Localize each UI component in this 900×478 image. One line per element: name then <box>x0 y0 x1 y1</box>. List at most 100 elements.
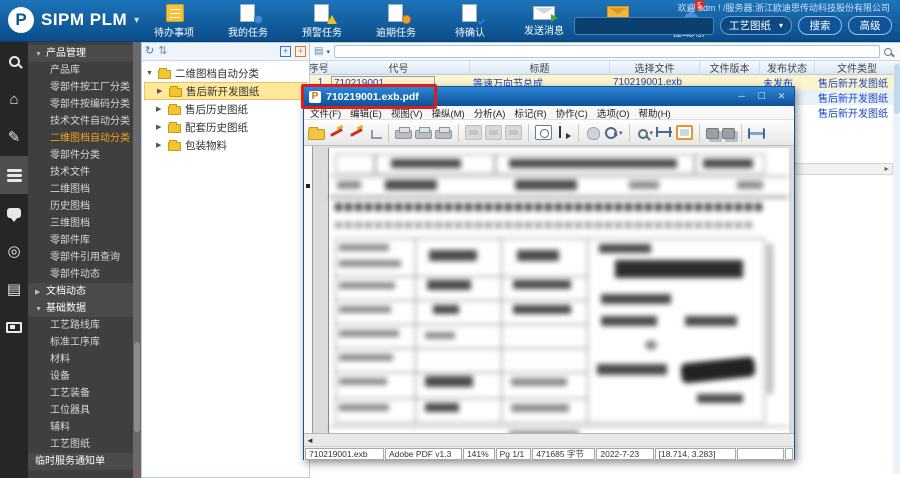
filter-icon[interactable]: ▤ <box>314 46 323 57</box>
sort-icon[interactable]: ⇅ <box>158 46 167 57</box>
sidebar-item[interactable]: 零部件按工厂分类 <box>28 79 133 96</box>
search-rail-icon[interactable] <box>0 42 28 80</box>
rotate-caret-icon[interactable]: ▾ <box>619 129 623 137</box>
search-input[interactable] <box>573 16 714 35</box>
scroll-right-icon[interactable]: ► <box>883 166 890 173</box>
minimize-button[interactable]: ─ <box>734 92 749 101</box>
pan-hand-icon[interactable] <box>587 126 600 140</box>
sidebar-item[interactable]: 标准工序库 <box>28 334 133 351</box>
nav-warning-tasks[interactable]: 预警任务 <box>296 4 348 39</box>
sidebar-item[interactable]: 工艺路线库 <box>28 317 133 334</box>
scrollbar-thumb[interactable] <box>134 342 140 432</box>
preview-icon[interactable] <box>535 125 552 140</box>
chat-icon[interactable] <box>0 194 28 232</box>
menu-analyze[interactable]: 分析(A) <box>474 106 506 120</box>
sidebar-item[interactable]: 设备 <box>28 368 133 385</box>
twist-right-icon[interactable]: ▶ <box>156 123 164 131</box>
nav-send-message[interactable]: 发送消息 <box>518 4 570 39</box>
list-search-icon[interactable] <box>884 47 892 56</box>
pdf-horizontal-scrollbar[interactable]: ◄ <box>304 433 794 446</box>
sidebar-item[interactable]: 零部件引用查询 <box>28 249 133 266</box>
print-icon[interactable] <box>395 127 412 139</box>
app-logo[interactable]: P SIPM PLM ▾ <box>8 7 139 33</box>
tree-root-node[interactable]: ▼ 二维图档自动分类 <box>144 64 307 82</box>
book-icon[interactable]: ▤ <box>0 270 28 308</box>
refresh-icon[interactable]: ↻ <box>145 46 154 57</box>
print-setup-icon[interactable] <box>415 127 432 139</box>
sidebar-item[interactable]: 工位器具 <box>28 402 133 419</box>
monitor-icon[interactable] <box>0 308 28 346</box>
tree-node[interactable]: ▶ 售后历史图纸 <box>144 100 307 118</box>
menu-help[interactable]: 帮助(H) <box>639 106 671 120</box>
sidebar-scrollbar[interactable]: ▼ <box>133 42 141 478</box>
open-icon[interactable] <box>308 126 325 140</box>
compare-icon[interactable] <box>722 127 736 139</box>
sidebar-item[interactable]: 历史图档 <box>28 198 133 215</box>
col-type[interactable]: 文件类型 <box>815 61 900 74</box>
sidebar-item[interactable]: 零部件库 <box>28 232 133 249</box>
col-status[interactable]: 发布状态 <box>760 61 815 74</box>
twist-right-icon[interactable]: ▶ <box>156 141 164 149</box>
fit-width-icon[interactable] <box>656 125 673 140</box>
sidebar-item[interactable]: 零部件按编码分类 <box>28 96 133 113</box>
tree-node[interactable]: ▶ 包装物料 <box>144 136 307 154</box>
structure-icon[interactable] <box>371 129 382 139</box>
support-icon[interactable]: ◎ <box>0 232 28 270</box>
col-title[interactable]: 标题 <box>470 61 610 74</box>
menu-file[interactable]: 文件(F) <box>310 106 341 120</box>
collapse-all-button[interactable]: + <box>295 46 306 57</box>
maximize-button[interactable]: ☐ <box>754 92 769 101</box>
sidebar-item[interactable]: 二维图档 <box>28 181 133 198</box>
search-button[interactable]: 搜索 <box>798 16 842 35</box>
sidebar-item-base-data[interactable]: ▼ 基础数据 <box>28 300 133 317</box>
edit-icon[interactable]: ✎ <box>0 118 28 156</box>
search-category-select[interactable]: 工艺图纸 ▾ <box>719 16 792 35</box>
menu-edit[interactable]: 编辑(E) <box>350 106 382 120</box>
nav-my-tasks[interactable]: 我的任务 <box>222 4 274 39</box>
sidebar-item[interactable]: 辅料 <box>28 419 133 436</box>
menu-markup[interactable]: 标记(R) <box>514 106 546 120</box>
sidebar-item[interactable]: 产品库 <box>28 62 133 79</box>
tree-node-selected[interactable]: ▶ 售后新开发图纸 <box>144 82 307 100</box>
sign-icon[interactable] <box>328 125 345 140</box>
document-page[interactable] <box>328 148 789 437</box>
menu-options[interactable]: 选项(O) <box>597 106 630 120</box>
scroll-down-arrow-icon[interactable]: ▼ <box>133 470 141 477</box>
col-file[interactable]: 选择文件 <box>610 61 700 74</box>
page-frame-icon[interactable] <box>676 125 694 140</box>
sidebar-item-active[interactable]: 二维图档自动分类 <box>28 130 133 147</box>
expand-all-button[interactable]: + <box>280 46 291 57</box>
sidebar-item-product-mgmt[interactable]: ▼ 产品管理 <box>28 45 133 62</box>
text-select-icon[interactable] <box>555 125 572 140</box>
verify-sign-icon[interactable] <box>348 125 365 140</box>
close-button[interactable]: ✕ <box>774 92 789 101</box>
zoom-rect-icon[interactable] <box>637 128 648 139</box>
tree-node[interactable]: ▶ 配套历史图纸 <box>144 118 307 136</box>
nav-to-confirm[interactable]: 待确认 <box>444 4 496 39</box>
popup-title-bar[interactable]: P 710219001.exb.pdf ─ ☐ ✕ <box>301 84 794 109</box>
sidebar-item-partial[interactable]: 临时服务通知单 <box>28 453 133 470</box>
measure-icon[interactable] <box>748 128 766 139</box>
menu-view[interactable]: 视图(V) <box>391 106 423 120</box>
nav-todo[interactable]: 待办事项 <box>148 4 200 39</box>
col-version[interactable]: 文件版本 <box>700 61 760 74</box>
sidebar-item[interactable]: 零部件动态 <box>28 266 133 283</box>
zoom-caret-icon[interactable]: ▾ <box>650 129 654 137</box>
list-filter-input[interactable] <box>333 45 880 58</box>
col-seq[interactable]: 序号 <box>310 61 328 74</box>
menu-manip[interactable]: 操纵(M) <box>431 106 464 120</box>
sidebar-item[interactable]: 材料 <box>28 351 133 368</box>
logo-caret-icon[interactable]: ▾ <box>134 15 139 26</box>
col-code[interactable]: 代号 <box>328 61 470 74</box>
batch-print-icon[interactable] <box>435 127 452 139</box>
twist-right-icon[interactable]: ▶ <box>156 105 164 113</box>
sidebar-item[interactable]: 技术文件 <box>28 164 133 181</box>
sidebar-item-doc-activity[interactable]: ▶ 文档动态 <box>28 283 133 300</box>
scroll-left-icon[interactable]: ◄ <box>306 436 314 445</box>
filter-caret-icon[interactable]: ▾ <box>326 48 330 56</box>
sidebar-item[interactable]: 工艺装备 <box>28 385 133 402</box>
sidebar-item[interactable]: 零部件分类 <box>28 147 133 164</box>
home-icon[interactable]: ⌂ <box>0 80 28 118</box>
twist-down-icon[interactable]: ▼ <box>146 70 154 77</box>
database-icon[interactable] <box>0 156 28 194</box>
